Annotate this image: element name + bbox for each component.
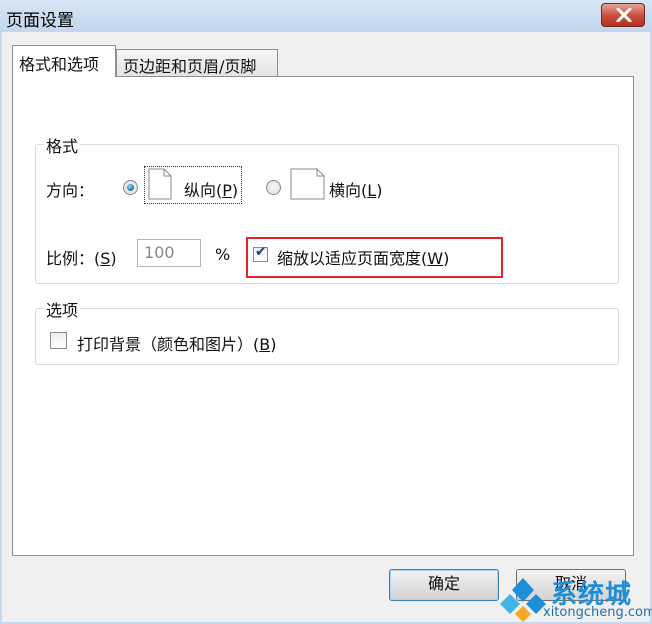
portrait-radio[interactable] — [123, 180, 138, 195]
print-background-label: 打印背景（颜色和图片） — [77, 335, 254, 354]
highlight-box — [246, 237, 503, 278]
dialog-title: 页面设置 — [6, 11, 74, 31]
portrait-page-icon — [148, 168, 172, 200]
landscape-label: 横向 — [329, 181, 362, 200]
landscape-accesskey: L — [367, 181, 377, 200]
landscape-option[interactable]: 横向(L) — [329, 177, 382, 201]
scale-input[interactable]: 100 — [137, 239, 201, 267]
print-background-checkbox[interactable] — [50, 332, 67, 349]
tab-margins-header-footer[interactable]: 页边距和页眉/页脚 — [116, 49, 278, 77]
watermark-logo-icon — [500, 578, 546, 622]
print-background-option[interactable]: 打印背景（颜色和图片）(B) — [77, 331, 277, 355]
watermark-url: xitongcheng.com — [543, 605, 652, 620]
tab-panel: 格式 方向： 纵向(P) 横向(L) 比例：(S) 100 % ✔ 缩放以适应页… — [12, 76, 634, 556]
ok-button[interactable]: 确定 — [389, 569, 499, 601]
options-group-title: 选项 — [44, 297, 81, 321]
title-bar: 页面设置 — [0, 0, 652, 32]
portrait-accesskey: P — [222, 181, 232, 200]
tab-format-options-label: 格式和选项 — [19, 55, 100, 74]
portrait-label: 纵向 — [184, 181, 217, 200]
landscape-page-icon — [290, 168, 325, 200]
tab-format-options[interactable]: 格式和选项 — [12, 45, 116, 77]
close-icon — [616, 8, 632, 22]
orientation-label: 方向： — [46, 181, 95, 200]
tab-margins-label: 页边距和页眉/页脚 — [123, 57, 257, 76]
scale-unit: % — [215, 245, 231, 264]
print-background-accesskey: B — [259, 335, 271, 354]
dialog-body: 格式和选项 页边距和页眉/页脚 格式 方向： 纵向(P) 横向(L) 比例：(S… — [2, 32, 650, 622]
portrait-option[interactable]: 纵向(P) — [184, 177, 238, 201]
scale-label-text: 比例： — [46, 249, 95, 268]
page-setup-dialog: 页面设置 格式和选项 页边距和页眉/页脚 格式 方向： 纵向(P) 横向(L) … — [0, 0, 652, 624]
landscape-radio[interactable] — [266, 180, 281, 195]
scale-label: 比例：(S) — [46, 249, 117, 268]
close-button[interactable] — [601, 3, 645, 27]
format-group-title: 格式 — [44, 133, 81, 157]
scale-accesskey: S — [100, 249, 111, 268]
